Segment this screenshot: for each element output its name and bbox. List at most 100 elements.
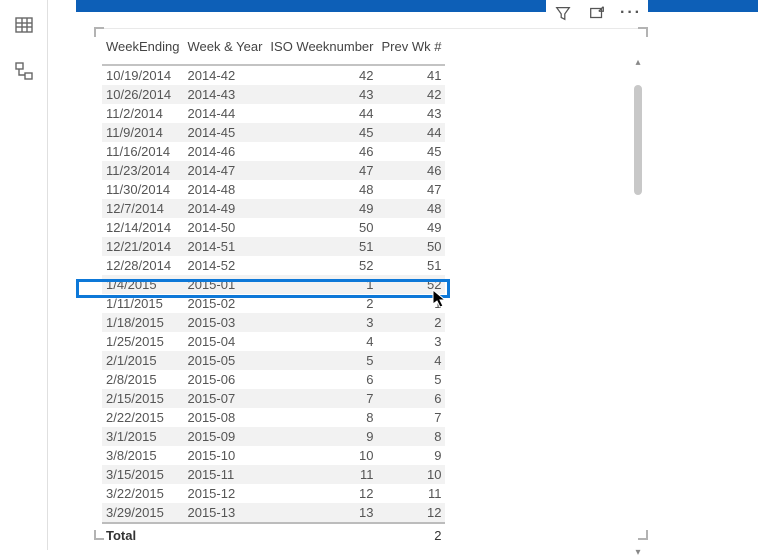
- table-row[interactable]: 3/29/20152015-131312: [102, 503, 445, 523]
- cell-prev_wk: 7: [378, 408, 446, 427]
- cell-prev_wk: 11: [378, 484, 446, 503]
- cell-week_ending: 3/8/2015: [102, 446, 183, 465]
- cell-iso_weeknumber: 10: [266, 446, 377, 465]
- table-row[interactable]: 2/15/20152015-0776: [102, 389, 445, 408]
- table-row[interactable]: 3/22/20152015-121211: [102, 484, 445, 503]
- cell-week_ending: 3/1/2015: [102, 427, 183, 446]
- cell-week_ending: 2/22/2015: [102, 408, 183, 427]
- cell-iso_weeknumber: 47: [266, 161, 377, 180]
- table-row[interactable]: 3/8/20152015-10109: [102, 446, 445, 465]
- cell-prev_wk: 6: [378, 389, 446, 408]
- table-row[interactable]: 12/28/20142014-525251: [102, 256, 445, 275]
- cell-prev_wk: 52: [378, 275, 446, 294]
- cell-iso_weeknumber: 9: [266, 427, 377, 446]
- cell-iso_weeknumber: 46: [266, 142, 377, 161]
- table-view-icon[interactable]: [13, 14, 35, 36]
- cell-prev_wk: 42: [378, 85, 446, 104]
- cell-week_year: 2015-06: [183, 370, 266, 389]
- vertical-scrollbar[interactable]: ▴ ▾: [632, 57, 644, 557]
- scroll-thumb[interactable]: [634, 85, 642, 195]
- filter-icon[interactable]: [552, 2, 574, 24]
- cell-iso_weeknumber: 42: [266, 65, 377, 85]
- table-row[interactable]: 12/14/20142014-505049: [102, 218, 445, 237]
- model-view-icon[interactable]: [13, 60, 35, 82]
- cell-week_ending: 12/14/2014: [102, 218, 183, 237]
- cell-week_ending: 11/9/2014: [102, 123, 183, 142]
- table-row[interactable]: 3/15/20152015-111110: [102, 465, 445, 484]
- col-header-prevwk[interactable]: Prev Wk #: [378, 33, 446, 65]
- cell-week_ending: 3/22/2015: [102, 484, 183, 503]
- col-header-weekyear[interactable]: Week & Year: [183, 33, 266, 65]
- cell-week_year: 2014-50: [183, 218, 266, 237]
- table-row[interactable]: 11/23/20142014-474746: [102, 161, 445, 180]
- table-row[interactable]: 11/30/20142014-484847: [102, 180, 445, 199]
- cell-week_year: 2014-42: [183, 65, 266, 85]
- cell-week_ending: 10/26/2014: [102, 85, 183, 104]
- visual-action-bar: ···: [546, 0, 648, 25]
- table-row[interactable]: 2/8/20152015-0665: [102, 370, 445, 389]
- table-row[interactable]: 11/9/20142014-454544: [102, 123, 445, 142]
- col-header-weekending[interactable]: WeekEnding: [102, 33, 183, 65]
- table-row[interactable]: 1/11/20152015-0221: [102, 294, 445, 313]
- table-row[interactable]: 10/19/20142014-424241: [102, 65, 445, 85]
- cell-iso_weeknumber: 5: [266, 351, 377, 370]
- total-label: Total: [102, 523, 183, 547]
- cell-iso_weeknumber: 49: [266, 199, 377, 218]
- cell-prev_wk: 8: [378, 427, 446, 446]
- cell-iso_weeknumber: 2: [266, 294, 377, 313]
- header-row: WeekEnding Week & Year ISO Weeknumber Pr…: [102, 33, 445, 65]
- cell-prev_wk: 2: [378, 313, 446, 332]
- cell-iso_weeknumber: 45: [266, 123, 377, 142]
- cell-week_year: 2015-10: [183, 446, 266, 465]
- cell-prev_wk: 10: [378, 465, 446, 484]
- table-row[interactable]: 1/4/20152015-01152: [102, 275, 445, 294]
- table-row[interactable]: 2/22/20152015-0887: [102, 408, 445, 427]
- cell-week_ending: 12/7/2014: [102, 199, 183, 218]
- table-row[interactable]: 1/25/20152015-0443: [102, 332, 445, 351]
- cell-week_year: 2015-01: [183, 275, 266, 294]
- cell-iso_weeknumber: 6: [266, 370, 377, 389]
- cell-week_ending: 10/19/2014: [102, 65, 183, 85]
- cell-prev_wk: 51: [378, 256, 446, 275]
- data-table: WeekEnding Week & Year ISO Weeknumber Pr…: [102, 33, 445, 547]
- table-row[interactable]: 2/1/20152015-0554: [102, 351, 445, 370]
- total-prevwk: 2: [378, 523, 446, 547]
- cell-prev_wk: 12: [378, 503, 446, 523]
- cell-prev_wk: 4: [378, 351, 446, 370]
- cell-week_ending: 11/2/2014: [102, 104, 183, 123]
- cell-iso_weeknumber: 7: [266, 389, 377, 408]
- cell-week_ending: 1/4/2015: [102, 275, 183, 294]
- scroll-down-arrow-icon[interactable]: ▾: [633, 547, 643, 557]
- table-row[interactable]: 1/18/20152015-0332: [102, 313, 445, 332]
- table-row[interactable]: 10/26/20142014-434342: [102, 85, 445, 104]
- col-header-isoweeknumber[interactable]: ISO Weeknumber: [266, 33, 377, 65]
- table-row[interactable]: 12/7/20142014-494948: [102, 199, 445, 218]
- cell-prev_wk: 45: [378, 142, 446, 161]
- table-visual[interactable]: WeekEnding Week & Year ISO Weeknumber Pr…: [96, 28, 646, 538]
- cell-week_ending: 1/25/2015: [102, 332, 183, 351]
- table-row[interactable]: 11/2/20142014-444443: [102, 104, 445, 123]
- cell-week_ending: 12/21/2014: [102, 237, 183, 256]
- cell-prev_wk: 5: [378, 370, 446, 389]
- table-row[interactable]: 3/1/20152015-0998: [102, 427, 445, 446]
- scroll-up-arrow-icon[interactable]: ▴: [633, 57, 643, 67]
- total-row: Total 2: [102, 523, 445, 547]
- cell-week_ending: 2/8/2015: [102, 370, 183, 389]
- cell-iso_weeknumber: 52: [266, 256, 377, 275]
- cell-week_year: 2015-03: [183, 313, 266, 332]
- cell-week_year: 2014-47: [183, 161, 266, 180]
- cell-prev_wk: 9: [378, 446, 446, 465]
- cell-week_ending: 3/29/2015: [102, 503, 183, 523]
- focus-mode-icon[interactable]: [586, 2, 608, 24]
- cell-prev_wk: 48: [378, 199, 446, 218]
- cell-week_ending: 11/23/2014: [102, 161, 183, 180]
- cell-iso_weeknumber: 11: [266, 465, 377, 484]
- cell-iso_weeknumber: 13: [266, 503, 377, 523]
- table-row[interactable]: 12/21/20142014-515150: [102, 237, 445, 256]
- cell-iso_weeknumber: 12: [266, 484, 377, 503]
- cell-prev_wk: 50: [378, 237, 446, 256]
- cell-iso_weeknumber: 50: [266, 218, 377, 237]
- more-options-icon[interactable]: ···: [620, 2, 642, 24]
- cell-iso_weeknumber: 43: [266, 85, 377, 104]
- table-row[interactable]: 11/16/20142014-464645: [102, 142, 445, 161]
